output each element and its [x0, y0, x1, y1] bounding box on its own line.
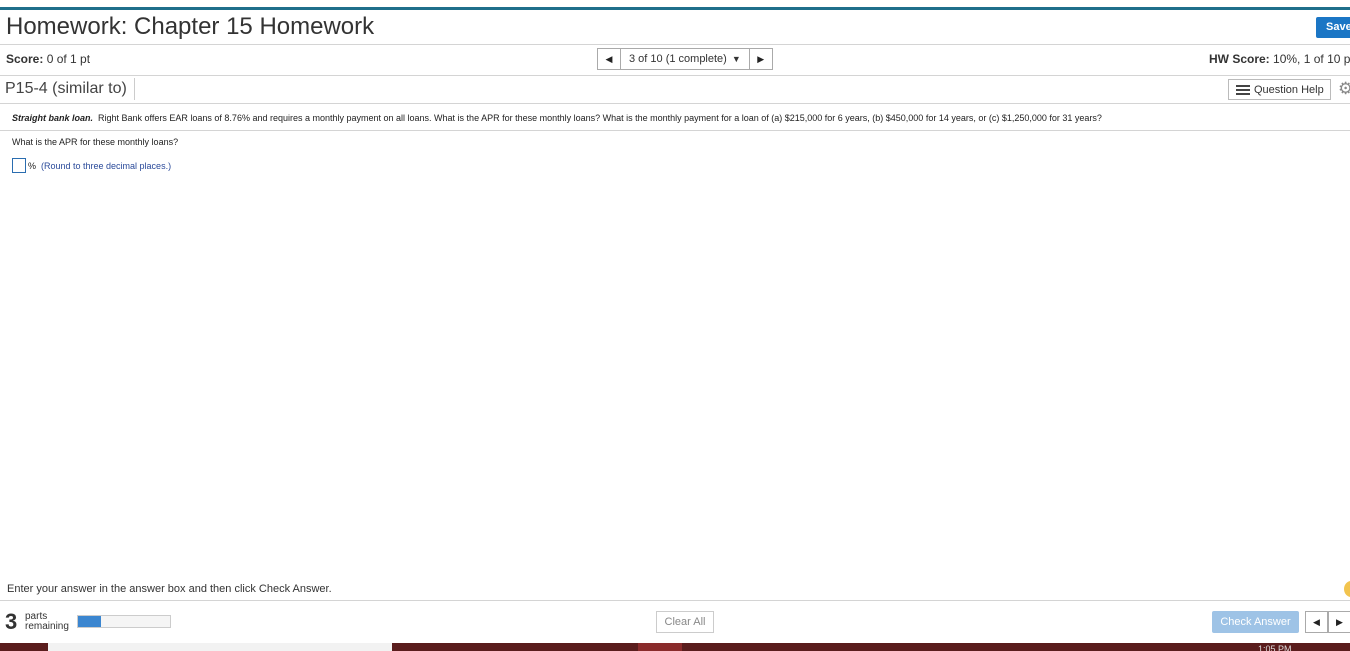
question-help-label: Question Help — [1254, 83, 1324, 96]
triangle-right-icon: ▶ — [1336, 616, 1343, 627]
divider — [134, 78, 135, 100]
previous-button[interactable]: ◀ — [1305, 611, 1328, 633]
gear-icon[interactable]: ⚙ — [1338, 79, 1350, 99]
next-question-button[interactable]: ▶ — [748, 48, 773, 70]
taskbar-clock: 1:05 PM — [1258, 645, 1292, 651]
parts-remaining-count: 3 — [5, 609, 18, 634]
list-icon — [1236, 83, 1250, 97]
divider — [0, 75, 1350, 76]
parts-progress-bar — [77, 615, 171, 628]
taskbar-app[interactable] — [638, 643, 682, 651]
instruction-text: Enter your answer in the answer box and … — [7, 583, 332, 595]
question-navigator: ◀ 3 of 10 (1 complete) ▼ ▶ — [597, 48, 773, 70]
hw-score-label: HW Score: — [1209, 52, 1270, 66]
question-select[interactable]: 3 of 10 (1 complete) ▼ — [621, 48, 749, 70]
taskbar-search[interactable] — [48, 643, 392, 651]
bottom-navigator: ◀ ▶ — [1305, 611, 1350, 633]
problem-id: P15-4 (similar to) — [5, 80, 127, 97]
clear-all-button[interactable]: Clear All — [656, 611, 714, 633]
problem-statement: Straight bank loan. Right Bank offers EA… — [12, 113, 1102, 123]
score-display: Score: 0 of 1 pt — [6, 52, 90, 66]
score-label: Score: — [6, 52, 44, 66]
triangle-right-icon: ▶ — [757, 53, 765, 64]
divider — [0, 44, 1350, 45]
save-button[interactable]: Save — [1316, 17, 1350, 38]
caret-down-icon: ▼ — [731, 54, 741, 64]
answer-unit: % — [28, 161, 37, 171]
hw-score-display: HW Score: 10%, 1 of 10 p — [1209, 52, 1350, 66]
parts-progress-fill — [78, 616, 101, 627]
hw-score-value: 10%, 1 of 10 p — [1273, 52, 1350, 66]
divider — [0, 130, 1350, 131]
triangle-left-icon: ◀ — [1313, 616, 1320, 627]
divider — [0, 600, 1350, 601]
previous-question-button[interactable]: ◀ — [597, 48, 621, 70]
page-title: Homework: Chapter 15 Homework — [6, 13, 375, 40]
next-button[interactable]: ▶ — [1328, 611, 1350, 633]
question-text: What is the APR for these monthly loans? — [12, 137, 179, 147]
answer-hint: (Round to three decimal places.) — [41, 161, 172, 171]
parts-remaining-label: parts remaining — [25, 612, 69, 632]
score-value: 0 of 1 pt — [46, 52, 91, 66]
divider — [0, 103, 1350, 104]
problem-body: Right Bank offers EAR loans of 8.76% and… — [98, 113, 1102, 123]
question-position: 3 of 10 (1 complete) — [629, 53, 727, 65]
triangle-left-icon: ◀ — [605, 53, 613, 64]
check-answer-button[interactable]: Check Answer — [1212, 611, 1299, 633]
problem-lead: Straight bank loan. — [12, 113, 94, 123]
header-accent-line — [0, 7, 1350, 10]
question-help-button[interactable]: Question Help — [1228, 79, 1331, 100]
parts-label-line2: remaining — [25, 621, 69, 632]
hint-icon[interactable] — [1344, 581, 1350, 597]
answer-input[interactable] — [12, 158, 26, 173]
